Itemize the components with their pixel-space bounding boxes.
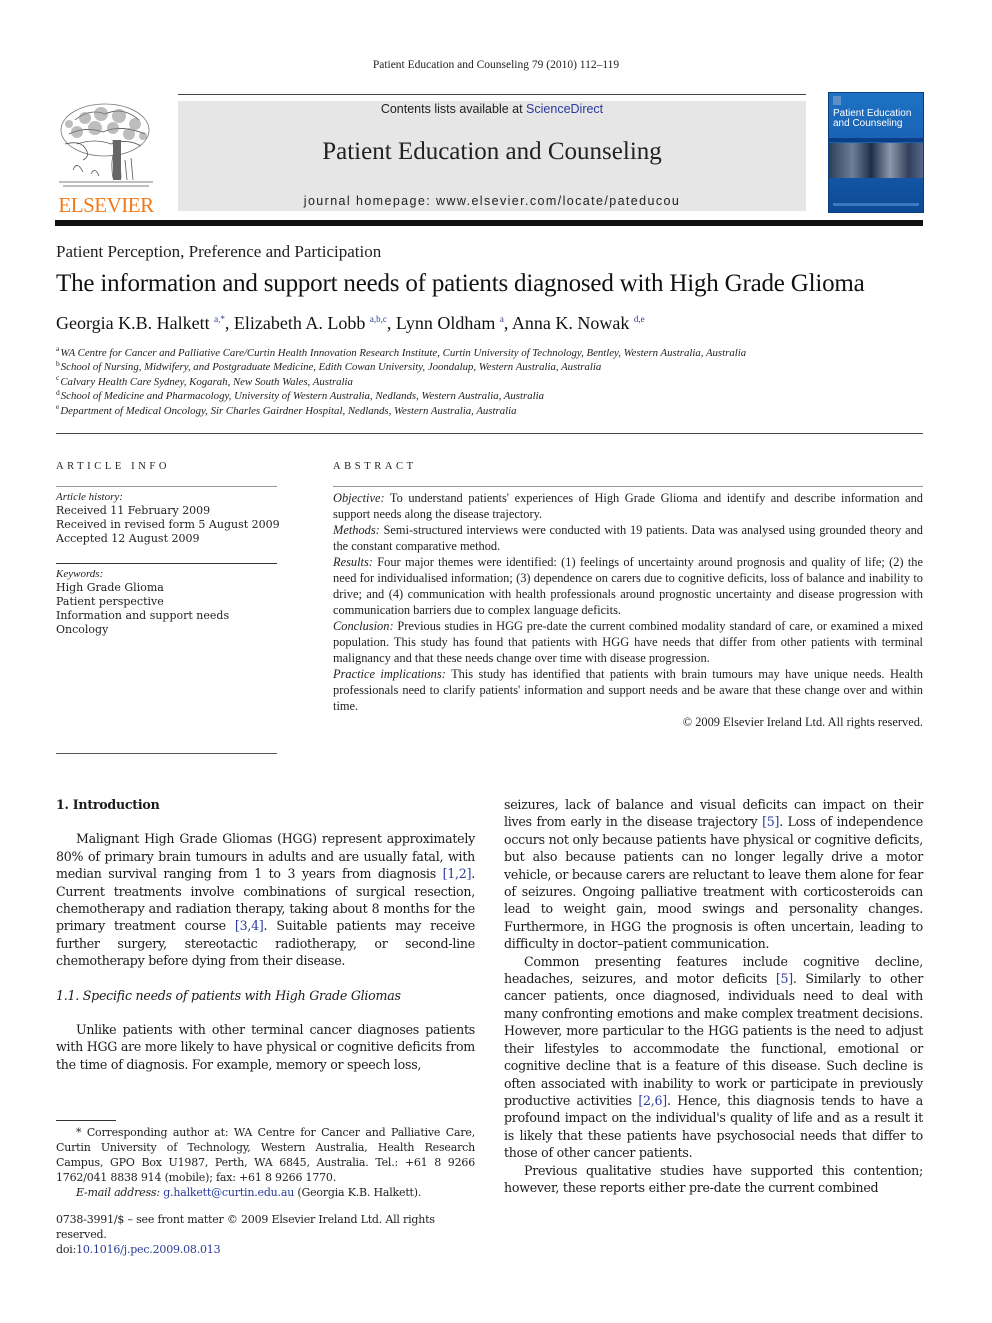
- citation-link[interactable]: [2,6]: [638, 1093, 667, 1108]
- affiliations: aWA Centre for Cancer and Palliative Car…: [56, 344, 926, 418]
- keywords-label: Keywords:: [56, 568, 104, 580]
- abstract-objective: Objective: To understand patients' exper…: [333, 491, 923, 521]
- abstract-methods: Methods: Semi-structured interviews were…: [333, 523, 923, 553]
- keyword: Patient perspective: [56, 595, 164, 608]
- header-rule: [178, 94, 806, 95]
- history-item: Accepted 12 August 2009: [56, 532, 200, 545]
- author-name[interactable]: Lynn Oldham: [396, 313, 496, 333]
- author-name[interactable]: Anna K. Nowak: [512, 313, 629, 333]
- article-info-rule: [56, 563, 277, 564]
- corresponding-author-footnote: * Corresponding author at: WA Centre for…: [56, 1125, 475, 1200]
- abstract-heading: ABSTRACT: [333, 461, 417, 472]
- article-info-heading: ARTICLE INFO: [56, 461, 171, 472]
- body-column-right: seizures, lack of balance and visual def…: [504, 796, 923, 1196]
- abstract-rule: [333, 486, 923, 487]
- running-head: Patient Education and Counseling 79 (201…: [372, 59, 620, 71]
- affiliation: aWA Centre for Cancer and Palliative Car…: [56, 344, 747, 359]
- author-affiliation-sup[interactable]: d,e: [634, 314, 645, 324]
- elsevier-wordmark: ELSEVIER: [58, 193, 154, 217]
- cover-publisher-icon: [833, 96, 841, 105]
- affiliation: bSchool of Nursing, Midwifery, and Postg…: [56, 358, 602, 374]
- abstract-copyright: © 2009 Elsevier Ireland Ltd. All rights …: [682, 715, 923, 729]
- cover-subtitle-strip: [829, 138, 923, 142]
- subsection-heading: 1.1. Specific needs of patients with Hig…: [56, 987, 401, 1003]
- doi-link[interactable]: 10.1016/j.pec.2009.08.013: [76, 1243, 220, 1256]
- contents-line: Contents lists available at ScienceDirec…: [178, 102, 806, 116]
- footnote-rule: [56, 1120, 116, 1121]
- cover-title: Patient Education and Counseling: [833, 108, 912, 129]
- affiliation: dSchool of Medicine and Pharmacology, Un…: [56, 387, 544, 403]
- article-info-rule: [56, 753, 277, 754]
- paragraph: Malignant High Grade Gliomas (HGG) repre…: [56, 831, 476, 969]
- paragraph: Unlike patients with other terminal canc…: [56, 1022, 475, 1072]
- citation-link[interactable]: [3,4]: [235, 918, 264, 933]
- abstract-conclusion: Conclusion: Previous studies in HGG pre-…: [333, 619, 923, 665]
- paragraph: seizures, lack of balance and visual def…: [504, 797, 923, 952]
- section-label: Patient Perception, Preference and Parti…: [56, 242, 382, 261]
- sciencedirect-link[interactable]: ScienceDirect: [526, 102, 603, 116]
- keyword: Oncology: [56, 623, 109, 636]
- affiliation: eDepartment of Medical Oncology, Sir Cha…: [56, 402, 517, 417]
- doi-line: doi:10.1016/j.pec.2009.08.013: [56, 1243, 221, 1256]
- keywords: Keywords: High Grade Glioma Patient pers…: [56, 567, 281, 637]
- author-affiliation-sup[interactable]: a,*: [214, 314, 225, 324]
- abstract-body: Objective: To understand patients' exper…: [333, 490, 923, 730]
- article-history-label: Article history:: [56, 491, 123, 503]
- citation-link[interactable]: [5]: [762, 814, 779, 829]
- contents-prefix: Contents lists available at: [380, 102, 527, 116]
- journal-cover-image: Patient Education and Counseling: [828, 92, 924, 213]
- author-name[interactable]: Georgia K.B. Halkett: [56, 313, 210, 333]
- cover-photo-strip: [829, 143, 923, 178]
- issn-line: 0738-3991/$ – see front matter © 2009 El…: [56, 1213, 435, 1241]
- masthead-thick-rule: [55, 220, 923, 226]
- email-link[interactable]: g.halkett@curtin.edu.au: [163, 1186, 294, 1199]
- citation-link[interactable]: [5]: [776, 971, 793, 986]
- front-matter: 0738-3991/$ – see front matter © 2009 El…: [56, 1212, 486, 1257]
- keyword: High Grade Glioma: [56, 581, 164, 594]
- article-history: Article history: Received 11 February 20…: [56, 490, 281, 546]
- cover-footer: [833, 203, 919, 206]
- body-column-left: 1. Introduction Malignant High Grade Gli…: [56, 796, 475, 1073]
- journal-title: Patient Education and Counseling: [322, 138, 662, 165]
- journal-homepage[interactable]: journal homepage: www.elsevier.com/locat…: [178, 194, 806, 208]
- paragraph: Common presenting features include cogni…: [504, 953, 923, 1161]
- author-affiliation-sup[interactable]: a,b,c: [370, 314, 387, 324]
- paragraph: Previous qualitative studies have suppor…: [504, 1162, 923, 1195]
- history-item: Received in revised form 5 August 2009: [56, 518, 280, 531]
- keyword: Information and support needs: [56, 609, 230, 622]
- affiliation: cCalvary Health Care Sydney, Kogarah, Ne…: [56, 373, 353, 388]
- author-list: Georgia K.B. Halkett a,*, Elizabeth A. L…: [56, 313, 645, 333]
- abstract-results: Results: Four major themes were identifi…: [333, 555, 923, 617]
- affiliations-rule: [56, 433, 923, 434]
- section-heading-introduction: 1. Introduction: [56, 797, 160, 812]
- article-info-rule: [56, 486, 277, 487]
- email-line: E-mail address: g.halkett@curtin.edu.au …: [76, 1186, 422, 1199]
- citation-link[interactable]: [1,2]: [443, 866, 472, 881]
- corresponding-author-text: * Corresponding author at: WA Centre for…: [56, 1126, 475, 1184]
- article-title: The information and support needs of pat…: [56, 270, 865, 297]
- abstract-practice-implications: Practice implications: This study has id…: [333, 667, 923, 713]
- author-name[interactable]: Elizabeth A. Lobb: [234, 313, 365, 333]
- history-item: Received 11 February 2009: [56, 504, 211, 517]
